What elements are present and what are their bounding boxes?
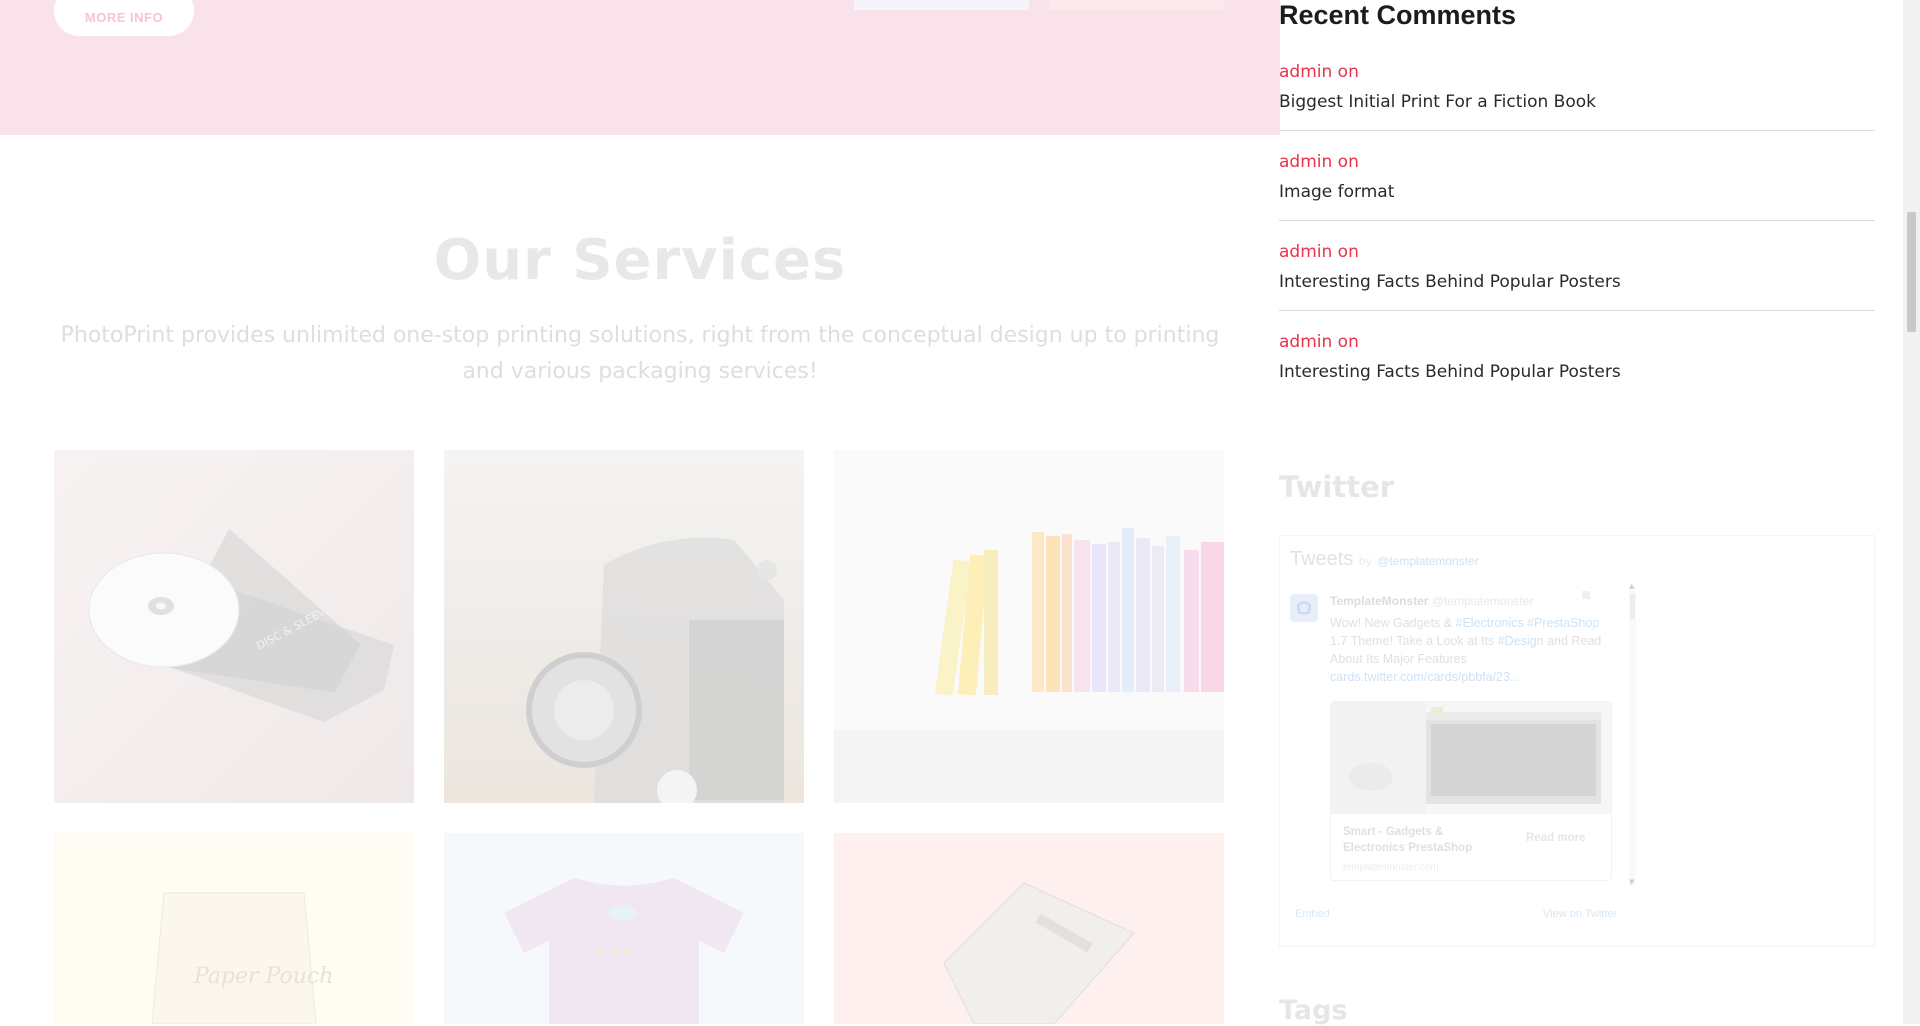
comment-post-link[interactable]: Interesting Facts Behind Popular Posters: [1279, 272, 1621, 292]
svg-text:✦✦✦: ✦✦✦: [594, 943, 634, 962]
service-tile-cd[interactable]: DISC & SLEEVE: [54, 450, 414, 803]
tweet-account-handle[interactable]: @templatemonster: [1432, 594, 1534, 608]
tweets-heading: Tweets: [1290, 548, 1354, 570]
vintage-car-image: [444, 450, 804, 803]
embed-link[interactable]: Embed: [1295, 908, 1330, 920]
comment-author-link[interactable]: admin on: [1279, 152, 1359, 172]
tweet-text: 1.7 Theme! Take a Look at Its: [1330, 634, 1498, 648]
timeline-scrollbar[interactable]: ▲ ▼: [1629, 582, 1636, 886]
comment-item: admin on Interesting Facts Behind Popula…: [1279, 242, 1875, 311]
page-scroll-thumb[interactable]: [1907, 212, 1916, 332]
tweet-card-image: [1331, 702, 1611, 814]
tags-title: Tags: [1279, 995, 1348, 1026]
service-tile-books[interactable]: [834, 450, 1224, 803]
services-title: Our Services: [433, 228, 847, 293]
twitter-title: Twitter: [1279, 470, 1395, 504]
scroll-up-icon[interactable]: ▲: [1629, 582, 1634, 590]
comment-post-link[interactable]: Image format: [1279, 182, 1394, 202]
read-more-link[interactable]: Read more: [1526, 832, 1585, 844]
twitter-timeline-widget: Tweets by @templatemonster TemplateMonst…: [1279, 535, 1875, 947]
slider-thumbnail[interactable]: [1049, 0, 1224, 10]
paper-pouch-image: Paper Pouch: [54, 833, 414, 1024]
twitter-handle-link[interactable]: @templatemonster: [1377, 554, 1479, 568]
comment-post-link[interactable]: Interesting Facts Behind Popular Posters: [1279, 362, 1621, 382]
hashtag-link[interactable]: #Electronics: [1456, 616, 1524, 630]
tweet-card-title: Smart - Gadgets & Electronics PrestaShop: [1343, 826, 1473, 854]
avatar[interactable]: [1290, 594, 1318, 622]
hashtag-link[interactable]: #Design: [1498, 634, 1544, 648]
tshirt-image: ✦✦✦: [444, 833, 804, 1024]
slider-thumbnail[interactable]: [854, 0, 1029, 10]
service-tile-car[interactable]: [444, 450, 804, 803]
hashtag-link[interactable]: #PrestaShop: [1527, 616, 1599, 630]
comment-author-link[interactable]: admin on: [1279, 62, 1359, 82]
services-description: PhotoPrint provides unlimited one-stop p…: [60, 323, 1220, 384]
tweet-card-domain: templatemonster.com: [1343, 862, 1439, 873]
tweet-account-name[interactable]: TemplateMonster: [1330, 594, 1428, 608]
sidebar: Recent Comments admin on Biggest Initial…: [1279, 0, 1875, 1026]
service-tile-tshirt[interactable]: ✦✦✦: [444, 833, 804, 1024]
comment-author-link[interactable]: admin on: [1279, 242, 1359, 262]
more-info-button[interactable]: MORE INFO: [54, 0, 194, 36]
tweet-card[interactable]: Smart - Gadgets & Electronics PrestaShop…: [1330, 701, 1612, 881]
page-scrollbar[interactable]: [1903, 0, 1920, 1024]
service-tile-pouch[interactable]: Paper Pouch: [54, 833, 414, 1024]
tweet-link[interactable]: cards.twitter.com/cards/pbbfa/23...: [1330, 670, 1520, 684]
recent-comments-title: Recent Comments: [1279, 0, 1517, 30]
templatemonster-logo-icon: [1296, 601, 1312, 615]
comment-item: admin on Interesting Facts Behind Popula…: [1279, 332, 1875, 400]
scroll-down-icon[interactable]: ▼: [1629, 878, 1634, 886]
by-label: by: [1358, 554, 1372, 568]
tweet-text: Wow! New Gadgets &: [1330, 616, 1456, 630]
books-image: [834, 450, 1224, 803]
comment-item: admin on Biggest Initial Print For a Fic…: [1279, 62, 1875, 131]
cd-packaging-image: DISC & SLEEVE: [54, 450, 414, 803]
comment-post-link[interactable]: Biggest Initial Print For a Fiction Book: [1279, 92, 1596, 112]
hero-banner: MORE INFO: [0, 0, 1280, 135]
comment-item: admin on Image format: [1279, 152, 1875, 221]
pouch-label: Paper Pouch: [193, 964, 333, 989]
main-content: MORE INFO Our Services PhotoPrint provid…: [0, 0, 1280, 1024]
timeline-scroll-thumb[interactable]: [1630, 594, 1635, 619]
view-on-twitter-link[interactable]: View on Twitter: [1543, 908, 1617, 920]
comment-author-link[interactable]: admin on: [1279, 332, 1359, 352]
service-tile-book-cover[interactable]: [834, 833, 1224, 1024]
twitter-bird-icon: [1582, 591, 1590, 599]
book-cover-image: [834, 833, 1224, 1024]
